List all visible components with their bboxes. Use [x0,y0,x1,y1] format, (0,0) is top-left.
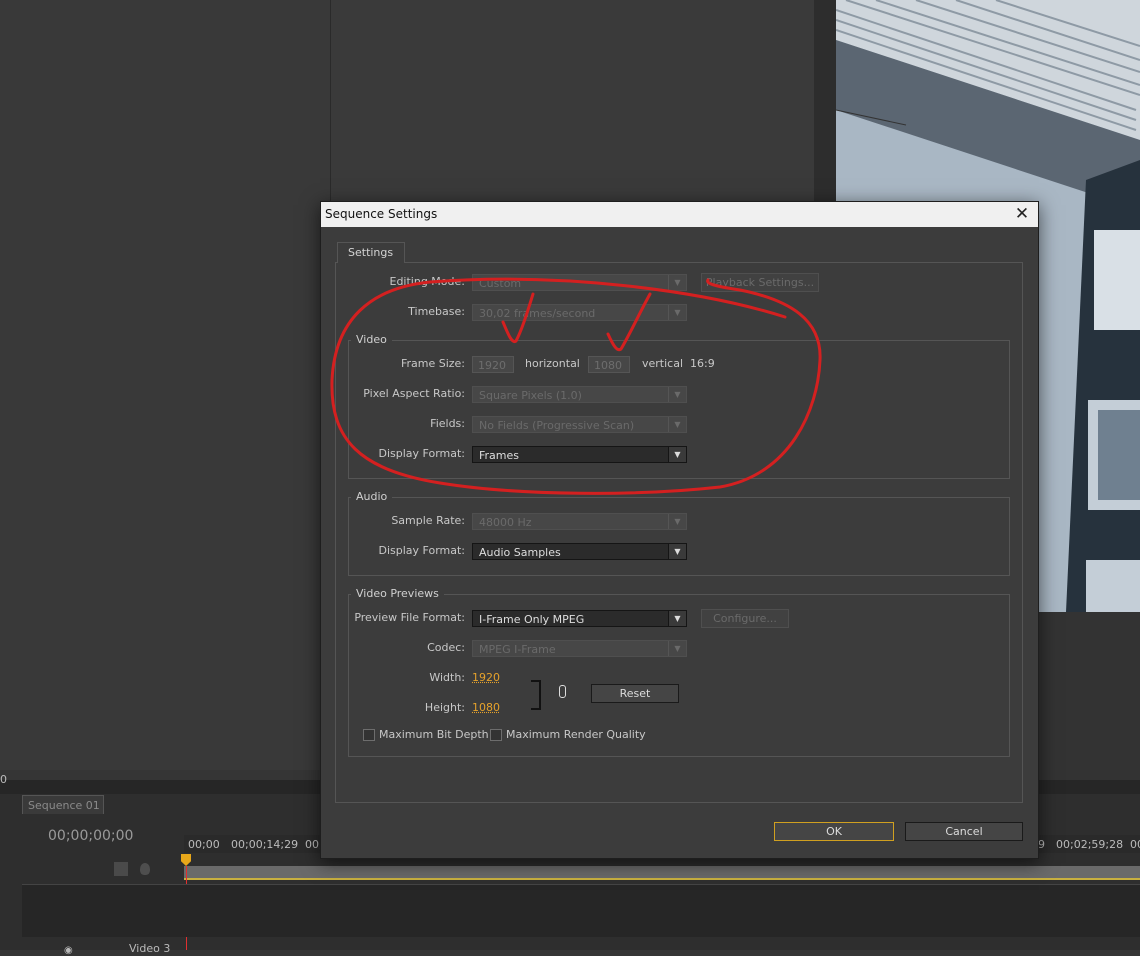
annotation-circle [330,277,822,495]
checkmark-icon [606,292,652,352]
red-annotation-overlay [330,277,822,495]
checkmark-icon [501,292,535,344]
